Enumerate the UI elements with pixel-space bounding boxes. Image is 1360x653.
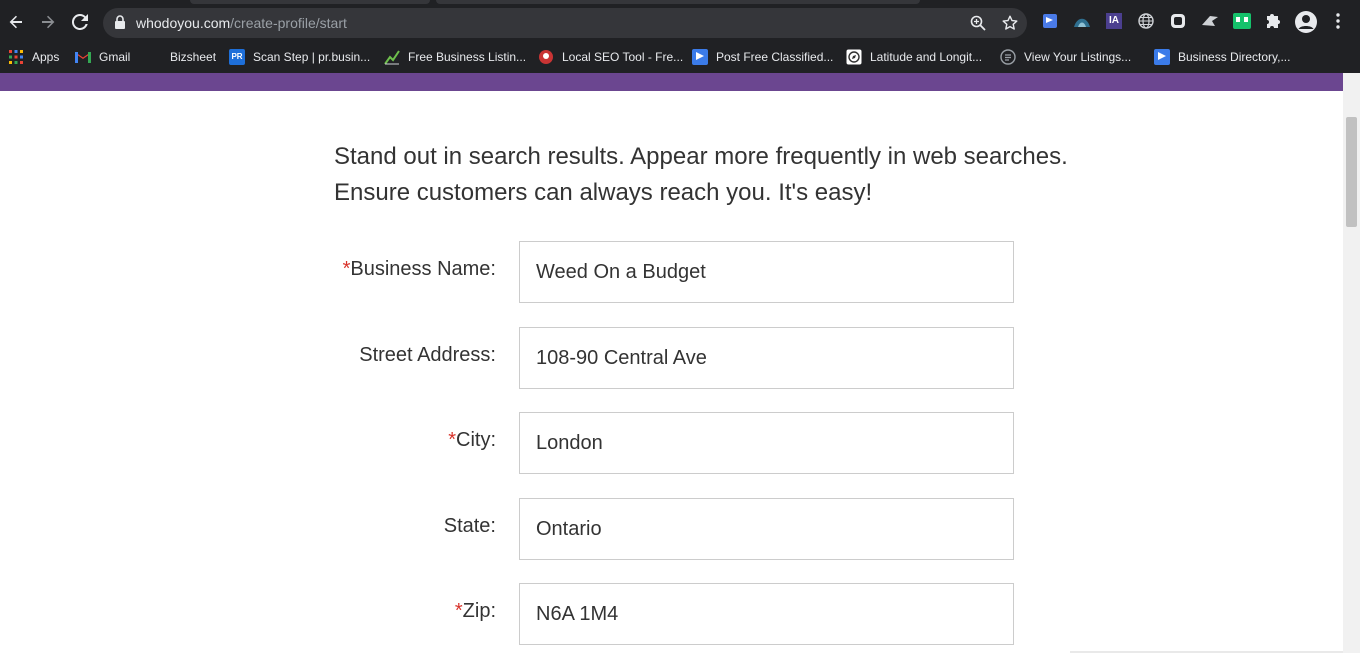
bookmark-star-icon[interactable] <box>1001 14 1019 32</box>
bookmark-label: Free Business Listin... <box>408 50 527 64</box>
extension-ia-icon[interactable]: IA <box>1105 12 1123 30</box>
label-text: Street Address: <box>359 344 496 366</box>
extension-hill-icon[interactable] <box>1073 12 1091 30</box>
active-tab-edge[interactable] <box>436 0 920 4</box>
bookmark-apps[interactable]: Apps <box>8 48 59 66</box>
zoom-icon[interactable] <box>969 14 987 32</box>
bookmark-label: Bizsheet <box>170 50 217 64</box>
extension-flag-icon[interactable] <box>1041 12 1059 30</box>
required-marker: * <box>448 429 456 451</box>
zip-input[interactable] <box>519 583 1014 645</box>
url-host: whodoyou.com <box>136 15 231 31</box>
bookmark-free-business-listing[interactable]: Free Business Listin... <box>384 48 526 66</box>
site-header-bar <box>0 73 1343 91</box>
bookmark-latitude-longitude[interactable]: Latitude and Longit... <box>846 48 982 66</box>
bookmark-gmail[interactable]: Gmail <box>75 48 130 66</box>
lock-icon <box>115 15 125 29</box>
bookmark-label: Business Directory,... <box>1178 50 1291 64</box>
chart-icon <box>384 49 400 65</box>
business-name-label: *Business Name: <box>343 258 496 281</box>
profile-avatar-icon[interactable] <box>1294 10 1318 34</box>
bookmark-label: Latitude and Longit... <box>870 50 983 64</box>
city-row: *City: <box>300 412 1020 474</box>
back-button[interactable] <box>5 11 27 33</box>
label-text: Zip: <box>462 600 496 622</box>
listing-icon <box>1000 49 1016 65</box>
extensions-puzzle-icon[interactable] <box>1265 12 1283 30</box>
bookmark-label: Apps <box>32 50 60 64</box>
browser-menu-icon[interactable] <box>1329 12 1347 30</box>
extension-bird-icon[interactable] <box>1201 12 1219 30</box>
state-input[interactable] <box>519 498 1014 560</box>
street-address-label: Street Address: <box>359 344 496 367</box>
zip-label: *Zip: <box>455 600 496 623</box>
extension-grammar-icon[interactable] <box>1233 12 1251 30</box>
tab-strip-edge <box>190 0 430 4</box>
bookmark-label: View Your Listings... <box>1024 50 1132 64</box>
bookmark-post-free-classified[interactable]: Post Free Classified... <box>692 48 833 66</box>
city-input[interactable] <box>519 412 1014 474</box>
back-arrow-icon <box>9 15 22 29</box>
bookmark-label: Post Free Classified... <box>716 50 834 64</box>
city-label: *City: <box>448 429 496 452</box>
business-name-input[interactable] <box>519 241 1014 303</box>
url-text: whodoyou.com/create-profile/start <box>136 15 347 31</box>
intro-text: Stand out in search results. Appear more… <box>334 139 1134 211</box>
reload-icon <box>72 14 88 30</box>
bookmark-bizsheet[interactable]: Bizsheet <box>146 48 216 66</box>
intro-line-1: Stand out in search results. Appear more… <box>334 143 1068 170</box>
zip-row: *Zip: <box>300 583 1020 645</box>
seo-icon <box>538 49 554 65</box>
address-bar[interactable]: whodoyou.com/create-profile/start <box>103 8 1027 38</box>
flag-icon <box>1154 49 1170 65</box>
blank-icon <box>146 49 162 65</box>
street-address-input[interactable] <box>519 327 1014 389</box>
reload-button[interactable] <box>69 11 91 33</box>
required-marker: * <box>454 600 463 622</box>
bookmark-business-directory[interactable]: Business Directory,... <box>1154 48 1290 66</box>
label-text: Business Name: <box>350 258 496 280</box>
bookmark-label: Local SEO Tool - Fre... <box>562 50 684 64</box>
business-name-row: *Business Name: <box>300 241 1020 303</box>
bookmark-label: Scan Step | pr.busin... <box>253 50 371 64</box>
extension-link-icon[interactable] <box>1169 12 1187 30</box>
apps-grid-icon <box>8 49 24 65</box>
street-address-row: Street Address: <box>300 327 1020 389</box>
bookmark-scan-step[interactable]: PR Scan Step | pr.busin... <box>229 48 370 66</box>
forward-arrow-icon <box>42 15 55 29</box>
bookmark-view-listings[interactable]: View Your Listings... <box>1000 48 1131 66</box>
bookmark-local-seo[interactable]: Local SEO Tool - Fre... <box>538 48 683 66</box>
state-row: State: <box>300 498 1020 560</box>
compass-icon <box>846 49 862 65</box>
label-text: State: <box>443 515 496 537</box>
state-label: State: <box>444 515 496 538</box>
intro-line-2: Ensure customers can always reach you. I… <box>334 179 873 206</box>
browser-toolbar: whodoyou.com/create-profile/start IA <box>0 0 1360 42</box>
page-scrollbar-thumb[interactable] <box>1346 117 1357 227</box>
gmail-icon <box>75 49 91 65</box>
extension-globe-icon[interactable] <box>1137 12 1155 30</box>
url-path: /create-profile/start <box>230 15 347 31</box>
bookmark-label: Gmail <box>99 50 131 64</box>
pr-icon: PR <box>229 49 245 65</box>
label-text: City: <box>456 429 496 451</box>
flag-icon <box>692 49 708 65</box>
forward-button[interactable] <box>37 11 59 33</box>
bookmarks-bar: Apps Gmail Bizsheet PR Scan Step | pr.bu… <box>0 42 1360 73</box>
